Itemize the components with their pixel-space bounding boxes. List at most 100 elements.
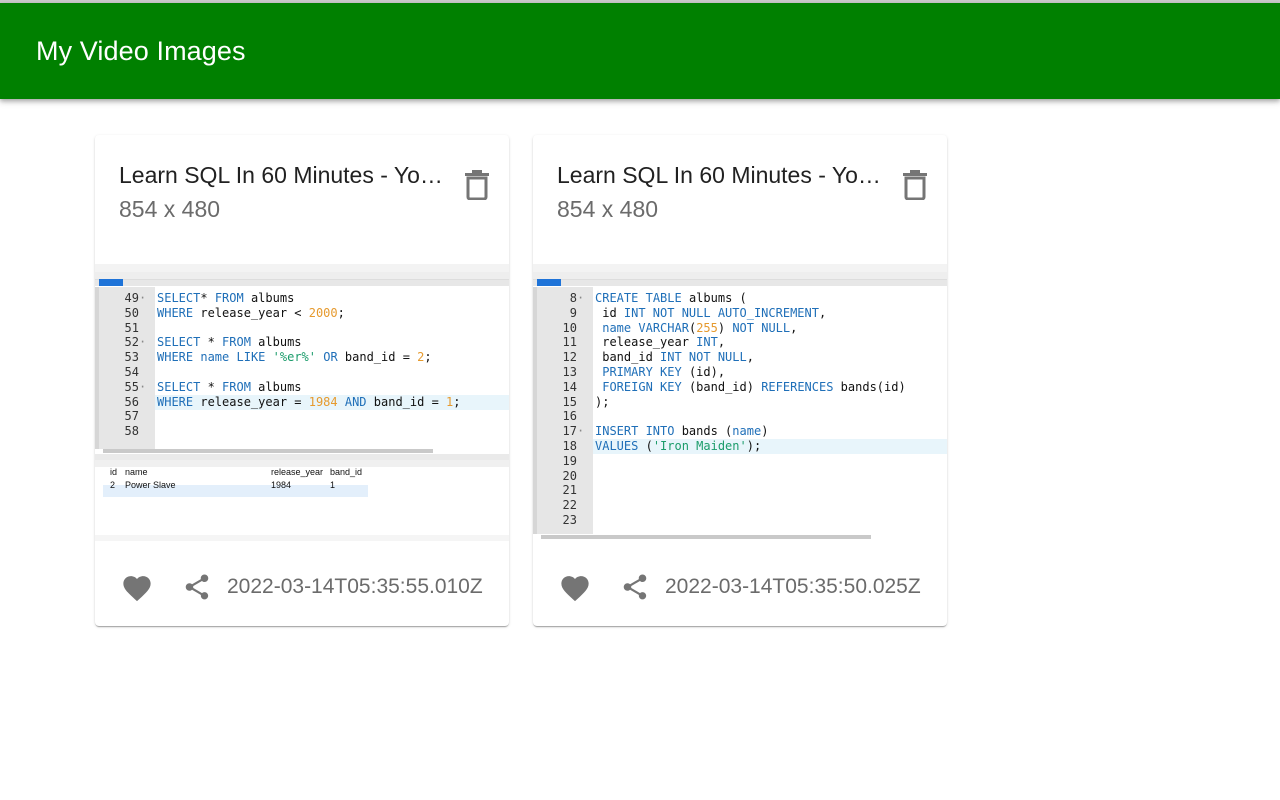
favorite-button[interactable] <box>115 565 159 609</box>
thumb-line-number: 54 <box>124 365 139 379</box>
thumb-code-line: WHERE name LIKE '%er%' OR band_id = 2; <box>157 350 432 365</box>
thumb-line-number: 58 <box>124 424 139 439</box>
thumb-fold-marker: · <box>139 379 147 394</box>
thumb-code-line <box>593 498 947 513</box>
thumb-fold-marker: · <box>139 291 147 305</box>
thumbnail-image: 8 · 9 10 11 12 13 14 15 16 17 · 18 19 20 21 22 23 CREATE … <box>533 264 947 541</box>
thumb-code-line: PRIMARY KEY (id), <box>602 365 726 379</box>
thumb-menubar <box>533 264 947 272</box>
card-title: Learn SQL In 60 Minutes - YouTube <box>119 162 449 188</box>
delete-button[interactable] <box>455 165 499 205</box>
thumb-code-line: ); <box>595 394 610 409</box>
thumb-active-tab <box>537 279 561 286</box>
thumb-line-number: 50 <box>124 305 139 320</box>
thumb-line-number: 8 <box>569 291 577 305</box>
thumb-line-number: 51 <box>124 320 139 335</box>
thumb-code-line: WHERE release_year = 1984 AND band_id = … <box>155 394 509 410</box>
thumb-line-number: 52 <box>124 335 139 350</box>
thumb-result-toolbar <box>95 460 509 467</box>
thumb-line-number: 11 <box>562 335 577 350</box>
thumbnail-image: 49 · 50 51 52 · 53 54 55 · 56 57 58 SELECT* FROM alb… <box>95 264 509 541</box>
card-dimensions: 854 x 480 <box>119 196 221 222</box>
share-icon <box>623 574 647 600</box>
image-card: Learn SQL In 60 Minutes - YouTube 854 x … <box>533 135 947 626</box>
thumb-code-line <box>593 483 947 498</box>
card-title: Learn SQL In 60 Minutes - YouTube <box>557 162 887 188</box>
thumb-code-line: release_year INT, <box>595 335 726 350</box>
thumb-code-line: SELECT * FROM albums <box>157 379 302 394</box>
thumb-code-line: VALUES ('Iron Maiden'); <box>593 439 947 454</box>
thumb-code-area: CREATE TABLE albums ( id INT NOT NULL AU… <box>593 287 947 534</box>
thumb-toolbar <box>95 272 509 280</box>
thumb-line-number: 49 <box>124 291 139 305</box>
capture-timestamp: 2022-03-14T05:35:55.010Z <box>227 575 483 598</box>
thumb-code-line <box>593 409 947 424</box>
capture-timestamp: 2022-03-14T05:35:50.025Z <box>665 575 921 598</box>
thumb-line-number: 15 <box>562 394 577 409</box>
heart-icon <box>561 576 589 602</box>
thumb-line-number: 13 <box>562 365 577 379</box>
card-actions: 2022-03-14T05:35:50.025Z <box>533 541 947 626</box>
share-button[interactable] <box>175 565 219 609</box>
thumb-code-line <box>593 469 947 484</box>
delete-button[interactable] <box>893 165 937 205</box>
heart-icon <box>123 576 151 602</box>
thumb-code-line <box>155 409 509 424</box>
thumb-result-cell: 1984 <box>271 480 292 490</box>
thumb-code-line: name VARCHAR(255) NOT NULL, <box>602 320 798 335</box>
thumb-line-number: 53 <box>124 350 139 365</box>
thumb-line-number: 9 <box>569 305 577 320</box>
image-card: Learn SQL In 60 Minutes - YouTube 854 x … <box>95 135 509 626</box>
thumb-line-number: 17 <box>562 424 577 439</box>
thumb-result-header-name: name <box>125 467 148 477</box>
thumb-line-number: 55 <box>124 379 139 394</box>
thumb-code-line <box>155 321 509 336</box>
thumb-line-number: 56 <box>124 394 139 409</box>
thumb-line-number: 57 <box>124 409 139 424</box>
card-actions: 2022-03-14T05:35:55.010Z <box>95 541 509 626</box>
thumb-active-tab <box>99 279 123 286</box>
thumb-code-line: CREATE TABLE albums ( <box>595 291 747 305</box>
thumb-line-number: 16 <box>562 409 577 424</box>
thumb-line-number: 23 <box>562 513 577 527</box>
thumb-scrollbar <box>541 535 871 539</box>
app-title: My Video Images <box>36 36 246 66</box>
thumb-line-number: 21 <box>562 483 577 498</box>
share-button[interactable] <box>613 565 657 609</box>
thumb-result-cell: 1 <box>330 480 336 490</box>
thumb-code-line <box>155 424 509 439</box>
thumb-line-number: 19 <box>562 453 577 468</box>
thumb-tabbar <box>95 280 509 286</box>
card-dimensions: 854 x 480 <box>557 196 659 222</box>
thumb-line-number: 14 <box>562 379 577 394</box>
thumb-line-number: 12 <box>562 350 577 365</box>
thumb-line-number: 20 <box>562 468 577 483</box>
thumb-result-header-band: band_id <box>330 467 363 477</box>
thumb-code-line: SELECT * FROM albums <box>157 335 302 350</box>
favorite-button[interactable] <box>553 565 597 609</box>
share-icon <box>185 574 209 600</box>
video-thumbnail[interactable]: 8 · 9 10 11 12 13 14 15 16 17 · 18 19 20 21 22 23 CREATE … <box>533 264 947 541</box>
thumb-result-header-year: release_year <box>271 467 324 477</box>
thumb-result-cell: 2 <box>110 480 116 490</box>
thumb-line-number: 18 <box>562 439 577 453</box>
thumb-result-cell: Power Slave <box>125 480 176 490</box>
thumb-code-line: band_id INT NOT NULL, <box>595 350 754 365</box>
thumb-code-line: INSERT INTO bands (name) <box>595 424 769 439</box>
thumb-line-number: 10 <box>562 320 577 335</box>
thumb-scrollbar <box>103 449 433 453</box>
thumb-toolbar <box>533 272 947 280</box>
thumb-code-line: id INT NOT NULL AUTO_INCREMENT, <box>595 305 827 320</box>
thumb-fold-marker: · <box>139 335 147 350</box>
trash-icon <box>465 170 489 200</box>
video-thumbnail[interactable]: 49 · 50 51 52 · 53 54 55 · 56 57 58 SELECT* FROM alb… <box>95 264 509 541</box>
thumb-code-line: WHERE release_year < 2000; <box>157 305 345 320</box>
thumb-code-line <box>155 365 509 380</box>
thumb-menubar <box>95 264 509 272</box>
thumb-result-header-id: id <box>110 467 118 477</box>
thumb-fold-marker: · <box>577 424 585 439</box>
thumb-code-line <box>593 454 947 469</box>
thumb-code-area: SELECT* FROM albums WHERE release_year < … <box>155 287 509 449</box>
thumb-gutter: 49 · 50 51 52 · 53 54 55 · 56 57 58 <box>99 287 155 449</box>
thumb-code-line: FOREIGN KEY (band_id) REFERENCES bands(i… <box>602 379 906 394</box>
